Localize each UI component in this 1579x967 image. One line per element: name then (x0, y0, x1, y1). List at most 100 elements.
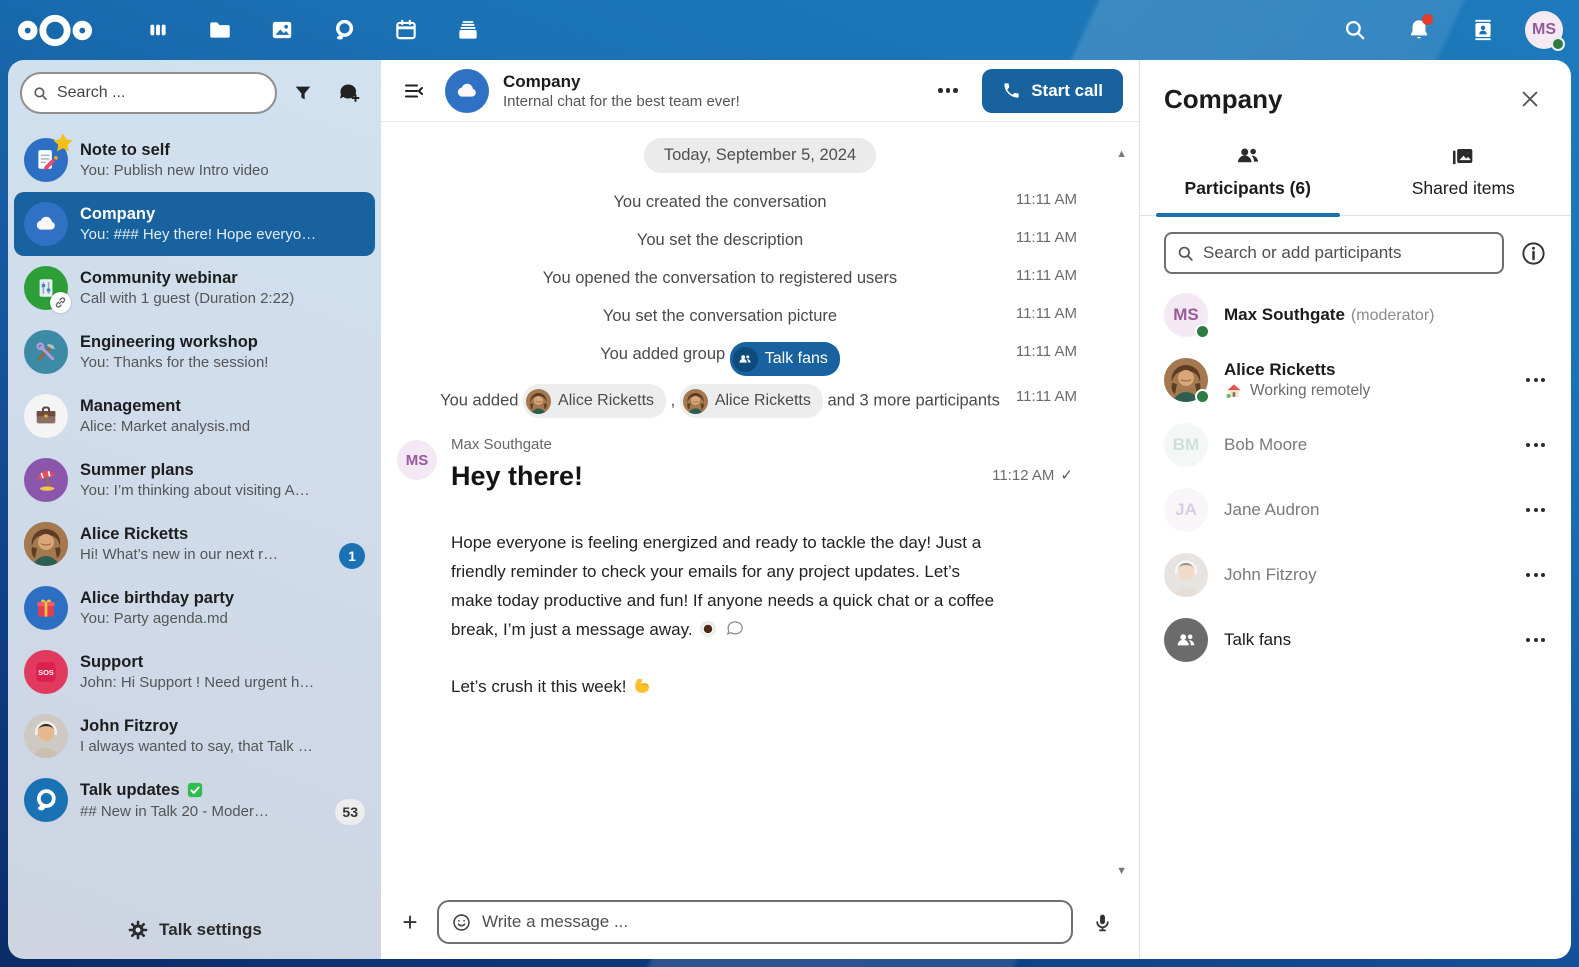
conversation-menu-button[interactable] (928, 71, 968, 111)
conversations-sidebar: Note to selfYou: Publish new Intro video… (8, 60, 381, 959)
conversation-item[interactable]: John FitzroyI always wanted to say, that… (14, 704, 375, 768)
conversation-item[interactable]: Talk updates## New in Talk 20 - Moder…53 (14, 768, 375, 832)
message-paragraph: Hope everyone is feeling energized and r… (451, 528, 996, 644)
conversation-last-message: You: I’m thinking about visiting A… (80, 482, 365, 499)
system-message-time: 11:11 AM (1016, 267, 1077, 284)
star-icon (51, 131, 75, 155)
system-message-time: 11:11 AM (1016, 191, 1077, 208)
participant-name: Jane Audron (1224, 500, 1319, 520)
user-avatar[interactable]: MS (1525, 11, 1563, 49)
system-message: You set the conversation picture11:11 AM (381, 297, 1139, 335)
talk-icon[interactable] (322, 8, 366, 52)
participant-search-input[interactable] (1203, 243, 1492, 263)
conversation-item[interactable]: Engineering workshopYou: Thanks for the … (14, 320, 375, 384)
conversation-item[interactable]: Alice Ricketts Hi! What’s new in our next… (14, 512, 375, 576)
participant-row[interactable]: John Fitzroy (1140, 542, 1571, 607)
unread-badge: 1 (339, 543, 365, 569)
participant-row[interactable]: Talk fans (1140, 607, 1571, 672)
filter-icon (292, 82, 314, 104)
notifications-bell-icon[interactable] (1397, 8, 1441, 52)
system-message: You set the description11:11 AM (381, 221, 1139, 259)
participant-menu-button[interactable] (1526, 443, 1545, 447)
user-mention-chip[interactable]: Alice Ricketts (523, 384, 666, 418)
briefcase-avatar (24, 394, 68, 438)
tab-participants[interactable]: Participants (6) (1140, 134, 1356, 215)
conversation-item[interactable]: Note to selfYou: Publish new Intro video (14, 128, 375, 192)
filter-conversations-button[interactable] (283, 73, 323, 113)
talk-settings-button[interactable]: Talk settings (8, 901, 381, 959)
participant-row[interactable]: Alice Ricketts Working remotely (1140, 347, 1571, 412)
participant-row[interactable]: MSMax Southgate(moderator) (1140, 282, 1571, 347)
info-icon[interactable] (1520, 240, 1547, 267)
close-details-button[interactable] (1513, 82, 1547, 116)
conversation-last-message: You: Party agenda.md (80, 610, 365, 627)
attachment-plus-button[interactable]: + (397, 909, 423, 935)
message-input-box[interactable] (437, 900, 1073, 944)
talk-settings-label: Talk settings (159, 920, 262, 940)
conversation-item[interactable]: Alice birthday partyYou: Party agenda.md (14, 576, 375, 640)
unified-search-icon[interactable] (1333, 8, 1377, 52)
check-badge-icon (186, 781, 204, 801)
notification-dot (1422, 14, 1433, 25)
conversation-search-input[interactable] (57, 84, 265, 102)
close-icon (1519, 88, 1541, 110)
nextcloud-logo[interactable] (16, 10, 94, 50)
participant-menu-button[interactable] (1526, 508, 1545, 512)
participant-name: Max Southgate(moderator) (1224, 305, 1434, 325)
new-conversation-button[interactable] (329, 73, 369, 113)
conversation-item[interactable]: Summer plansYou: I’m thinking about visi… (14, 448, 375, 512)
tab-shared-items-label: Shared items (1412, 178, 1515, 199)
note-avatar (24, 138, 68, 182)
contacts-icon[interactable] (1461, 8, 1505, 52)
knobs-avatar (24, 266, 68, 310)
photo_john-avatar (24, 714, 68, 758)
conversation-item[interactable]: ManagementAlice: Market analysis.md (14, 384, 375, 448)
participant-row[interactable]: JAJane Audron (1140, 477, 1571, 542)
participants-icon (1234, 142, 1262, 170)
conversation-last-message: Hi! What’s new in our next r… (80, 546, 365, 563)
chat-description: Internal chat for the best team ever! (503, 93, 740, 110)
system-message-time: 11:11 AM (1016, 343, 1077, 360)
voice-message-button[interactable] (1087, 907, 1117, 937)
scroll-up-arrow[interactable]: ▲ (1116, 148, 1127, 160)
system-message-text: You added group Talk fans (600, 339, 840, 376)
participant-menu-button[interactable] (1526, 573, 1545, 577)
user-mention-chip[interactable]: Alice Ricketts (680, 384, 823, 418)
tab-shared-items[interactable]: Shared items (1356, 134, 1572, 215)
photo_alice-avatar (24, 522, 68, 566)
umbrella-avatar (24, 458, 68, 502)
participant-menu-button[interactable] (1526, 638, 1545, 642)
talk-avatar (24, 778, 68, 822)
message-author-avatar: MS (397, 440, 437, 480)
message-heading: Hey there! (451, 461, 996, 492)
participant-name: Talk fans (1224, 630, 1291, 650)
participant-avatar: BM (1164, 423, 1208, 467)
start-call-button[interactable]: Start call (982, 69, 1123, 113)
conversation-item[interactable]: SOSSupportJohn: Hi Support ! Need urgent… (14, 640, 375, 704)
message-area: ▲ ▼ Today, September 5, 2024 You created… (381, 122, 1139, 895)
conversation-item[interactable]: CompanyYou: ### Hey there! Hope everyo… (14, 192, 375, 256)
group-mention-chip[interactable]: Talk fans (730, 342, 840, 376)
conversation-search[interactable] (20, 72, 277, 114)
chat-panel: Company Internal chat for the best team … (381, 60, 1139, 959)
deck-icon[interactable] (446, 8, 490, 52)
participant-search[interactable] (1164, 232, 1504, 274)
participant-menu-button[interactable] (1526, 378, 1545, 382)
conversation-last-message: You: Thanks for the session! (80, 354, 365, 371)
conversation-last-message: Call with 1 guest (Duration 2:22) (80, 290, 365, 307)
online-status-dot (1195, 324, 1210, 339)
message-input[interactable] (482, 912, 1059, 932)
conversation-title: Alice Ricketts (80, 525, 365, 544)
dashboard-icon[interactable] (136, 8, 180, 52)
calendar-icon[interactable] (384, 8, 428, 52)
conversation-item[interactable]: Community webinarCall with 1 guest (Dura… (14, 256, 375, 320)
scroll-down-arrow[interactable]: ▼ (1116, 865, 1127, 877)
collapse-sidebar-icon[interactable] (397, 74, 431, 108)
participant-row[interactable]: BMBob Moore (1140, 412, 1571, 477)
gift-avatar (24, 586, 68, 630)
participant-list: MSMax Southgate(moderator)Alice Ricketts… (1140, 282, 1571, 672)
emoji-picker-icon[interactable] (451, 912, 472, 933)
files-icon[interactable] (198, 8, 242, 52)
details-tabs: Participants (6) Shared items (1140, 134, 1571, 216)
photos-icon[interactable] (260, 8, 304, 52)
